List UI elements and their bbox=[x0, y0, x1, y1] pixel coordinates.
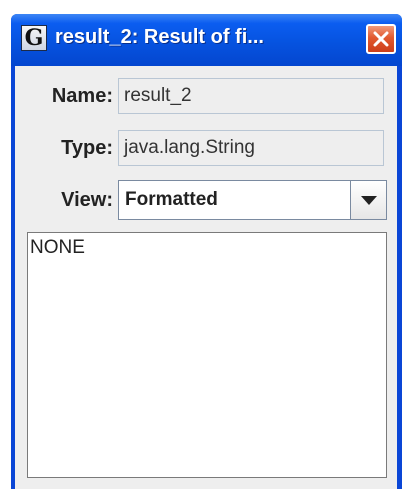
close-button[interactable] bbox=[366, 24, 396, 54]
name-label: Name: bbox=[51, 85, 113, 107]
result-text-area[interactable]: NONE bbox=[27, 232, 387, 478]
app-g-icon: G bbox=[21, 25, 47, 51]
type-row: Type: java.lang.String bbox=[15, 130, 397, 168]
name-row: Name: result_2 bbox=[15, 78, 397, 116]
view-dropdown-button[interactable] bbox=[350, 181, 386, 219]
view-select[interactable]: Formatted bbox=[118, 180, 387, 220]
type-field[interactable]: java.lang.String bbox=[118, 130, 384, 166]
window-title: result_2: Result of fi... bbox=[55, 26, 264, 48]
type-label: Type: bbox=[61, 137, 113, 159]
view-selected-value: Formatted bbox=[125, 189, 218, 210]
name-field[interactable]: result_2 bbox=[118, 78, 384, 114]
title-bar[interactable]: G result_2: Result of fi... bbox=[11, 14, 402, 66]
close-icon bbox=[373, 31, 389, 47]
chevron-down-icon bbox=[361, 196, 377, 205]
window-client-area: Name: result_2 Type: java.lang.String Vi… bbox=[15, 66, 397, 489]
result-window: G result_2: Result of fi... Name: result… bbox=[11, 14, 402, 489]
view-row: View: Formatted bbox=[15, 180, 397, 220]
view-label: View: bbox=[61, 189, 113, 211]
